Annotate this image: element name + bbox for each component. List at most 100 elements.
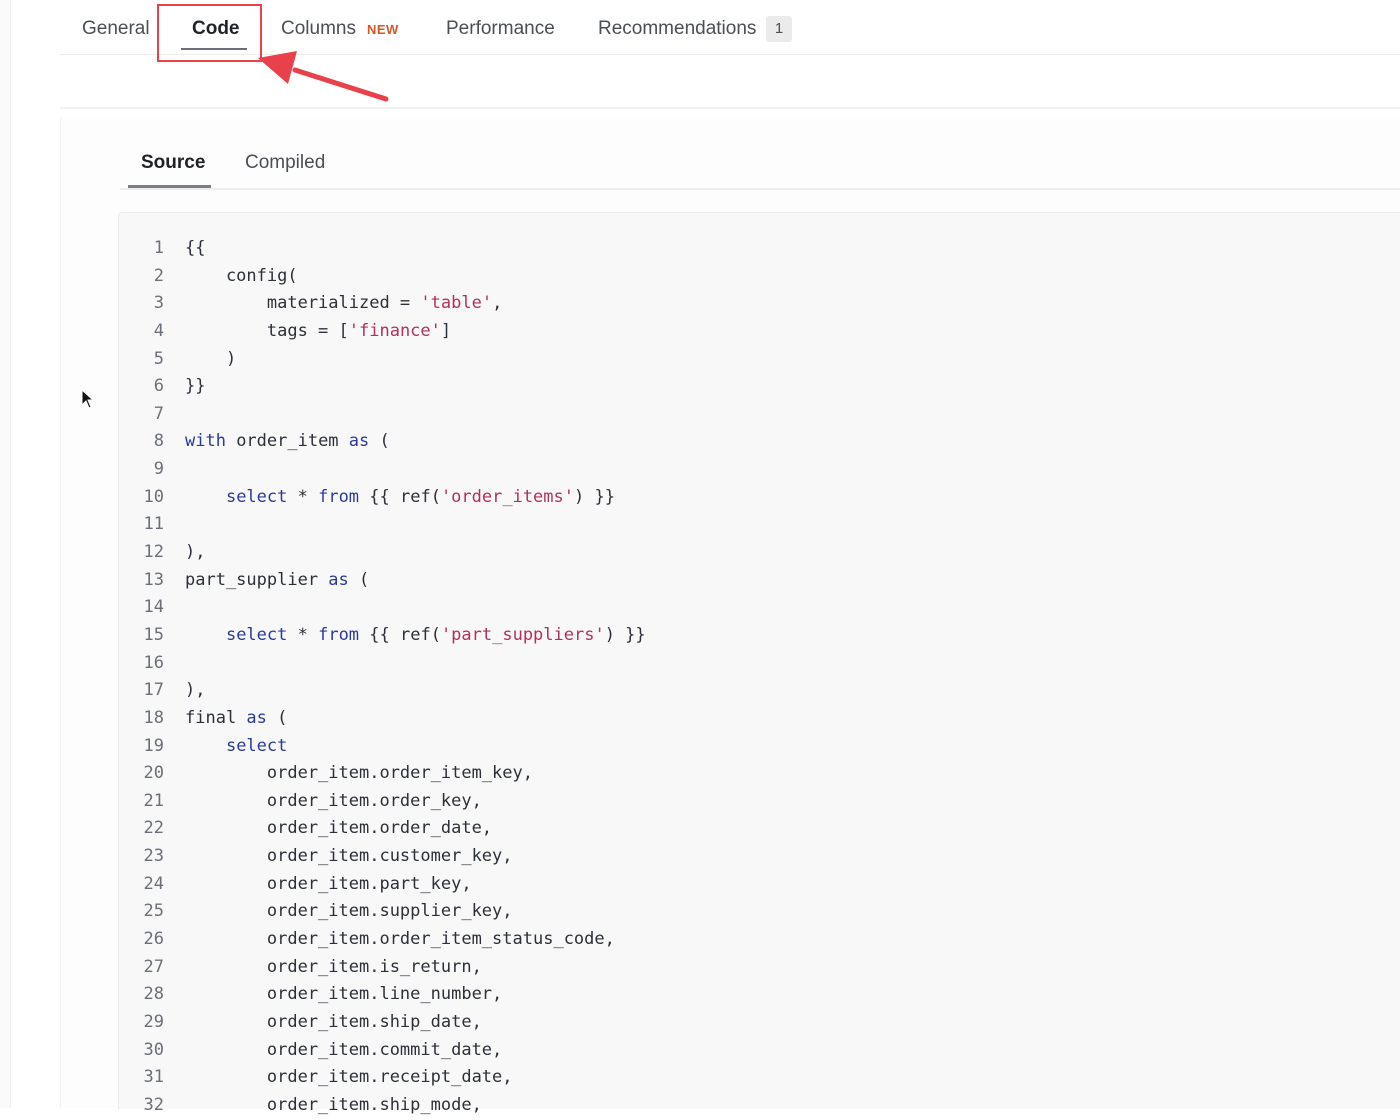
code-line: 28 order_item.line_number, [119,981,1400,1009]
code-text: order_item.ship_date, [185,1009,482,1037]
line-number: 13 [143,569,164,590]
line-number: 10 [143,486,164,507]
code-token: ) }} [604,624,646,645]
code-line: 19 select [119,733,1400,761]
code-keyword: select [225,735,288,756]
code-line: 17), [119,677,1400,705]
code-string: 'part_suppliers' [440,624,605,645]
code-token: order_item.customer_key, [185,846,513,867]
line-number: 32 [143,1094,164,1115]
code-keyword: as [246,707,267,728]
code-string: 'order_items' [440,486,574,507]
line-number: 25 [143,901,164,922]
subtab-source[interactable]: Source [141,152,205,174]
code-line: 5 ) [119,346,1400,374]
line-number: 19 [143,735,164,756]
line-number: 23 [143,846,164,867]
code-line: 24 order_item.part_key, [119,871,1400,899]
code-text: {{ [185,235,205,263]
line-number: 12 [143,542,164,563]
code-text: order_item.supplier_key, [185,898,513,926]
code-token: * [287,486,319,507]
page-left-strip [0,0,11,1108]
line-number: 15 [143,624,164,645]
code-line: 12), [119,539,1400,567]
line-number: 7 [153,403,164,424]
code-viewer[interactable]: 1 {{ 2 config(3 materialized = 'table', 4 t… [118,212,1400,1115]
code-text: order_item.receipt_date, [185,1064,513,1092]
code-text: select [185,733,287,761]
code-token: order_item.supplier_key, [185,901,513,922]
code-keyword: from [318,486,360,507]
code-text: tags = ['finance'] [185,318,451,346]
code-line: 14 [119,594,1400,622]
code-token: order_item.part_key, [185,873,472,894]
code-line: 4 tags = ['finance'] [119,318,1400,346]
line-number: 28 [143,984,164,1005]
code-token: order_item.order_key, [185,790,482,811]
code-string: 'finance' [348,320,441,341]
code-keyword: select [225,624,288,645]
code-line: 27 order_item.is_return, [119,954,1400,982]
line-number: 3 [153,293,164,314]
code-token: {{ ref( [359,486,441,507]
code-lines: 1 {{ 2 config(3 materialized = 'table', 4 t… [119,235,1400,1120]
code-keyword: as [348,431,370,452]
code-line: 18 final as ( [119,705,1400,733]
line-number: 11 [143,514,164,535]
code-view-tabs: Source Compiled [120,140,1400,190]
line-number: 8 [153,431,164,452]
section-divider [60,107,1400,109]
code-token: ( [266,707,288,728]
subtab-compiled[interactable]: Compiled [245,152,325,174]
code-token: ), [185,542,206,563]
code-token: * [287,624,319,645]
line-number: 22 [143,818,164,839]
code-token: {{ [185,238,206,258]
code-token: {{ ref( [359,624,441,645]
line-number: 26 [143,929,164,950]
line-number: 27 [143,956,164,977]
code-token: ( [348,569,370,590]
code-line: 30 order_item.commit_date, [119,1037,1400,1065]
code-text: config( [185,263,298,291]
code-token: order_item.order_item_key, [185,763,533,784]
code-line: 11 [119,511,1400,539]
code-line: 2 config( [119,263,1400,291]
code-line: 22 order_item.order_date, [119,815,1400,843]
line-number: 1 [153,238,164,258]
code-token: config( [185,265,298,286]
code-line: 15 select * from {{ ref('part_suppliers'… [119,622,1400,650]
code-token: materialized = [185,293,421,314]
code-text: order_item.line_number, [185,981,502,1009]
code-line: 21 order_item.order_key, [119,788,1400,816]
line-number: 24 [143,873,164,894]
code-token: , [492,293,503,314]
code-text: order_item.order_item_status_code, [185,926,615,954]
code-token: order_item.commit_date, [185,1039,503,1060]
code-line: 1 {{ [119,235,1400,263]
code-text: materialized = 'table', [185,290,502,318]
code-text: order_item.commit_date, [185,1037,502,1065]
code-line: 32 order_item.ship_mode, [119,1092,1400,1120]
code-text: order_item.order_key, [185,788,482,816]
code-text: order_item.is_return, [185,954,482,982]
code-text: part_supplier as ( [185,567,369,595]
code-line: 23 order_item.customer_key, [119,843,1400,871]
tab-performance[interactable]: Performance [446,18,555,40]
line-number: 17 [143,680,164,701]
code-text: }} [185,373,205,401]
code-line: 20 order_item.order_item_key, [119,760,1400,788]
annotation-arrow-icon [258,51,389,102]
line-number: 29 [143,1011,164,1032]
code-text: order_item.part_key, [185,871,472,899]
code-text: ) [185,346,236,374]
recommendations-count-badge: 1 [766,16,792,42]
line-number: 31 [143,1067,164,1088]
line-number: 16 [143,652,164,673]
tab-recommendations[interactable]: Recommendations [598,18,756,40]
mouse-cursor-icon [81,389,95,409]
